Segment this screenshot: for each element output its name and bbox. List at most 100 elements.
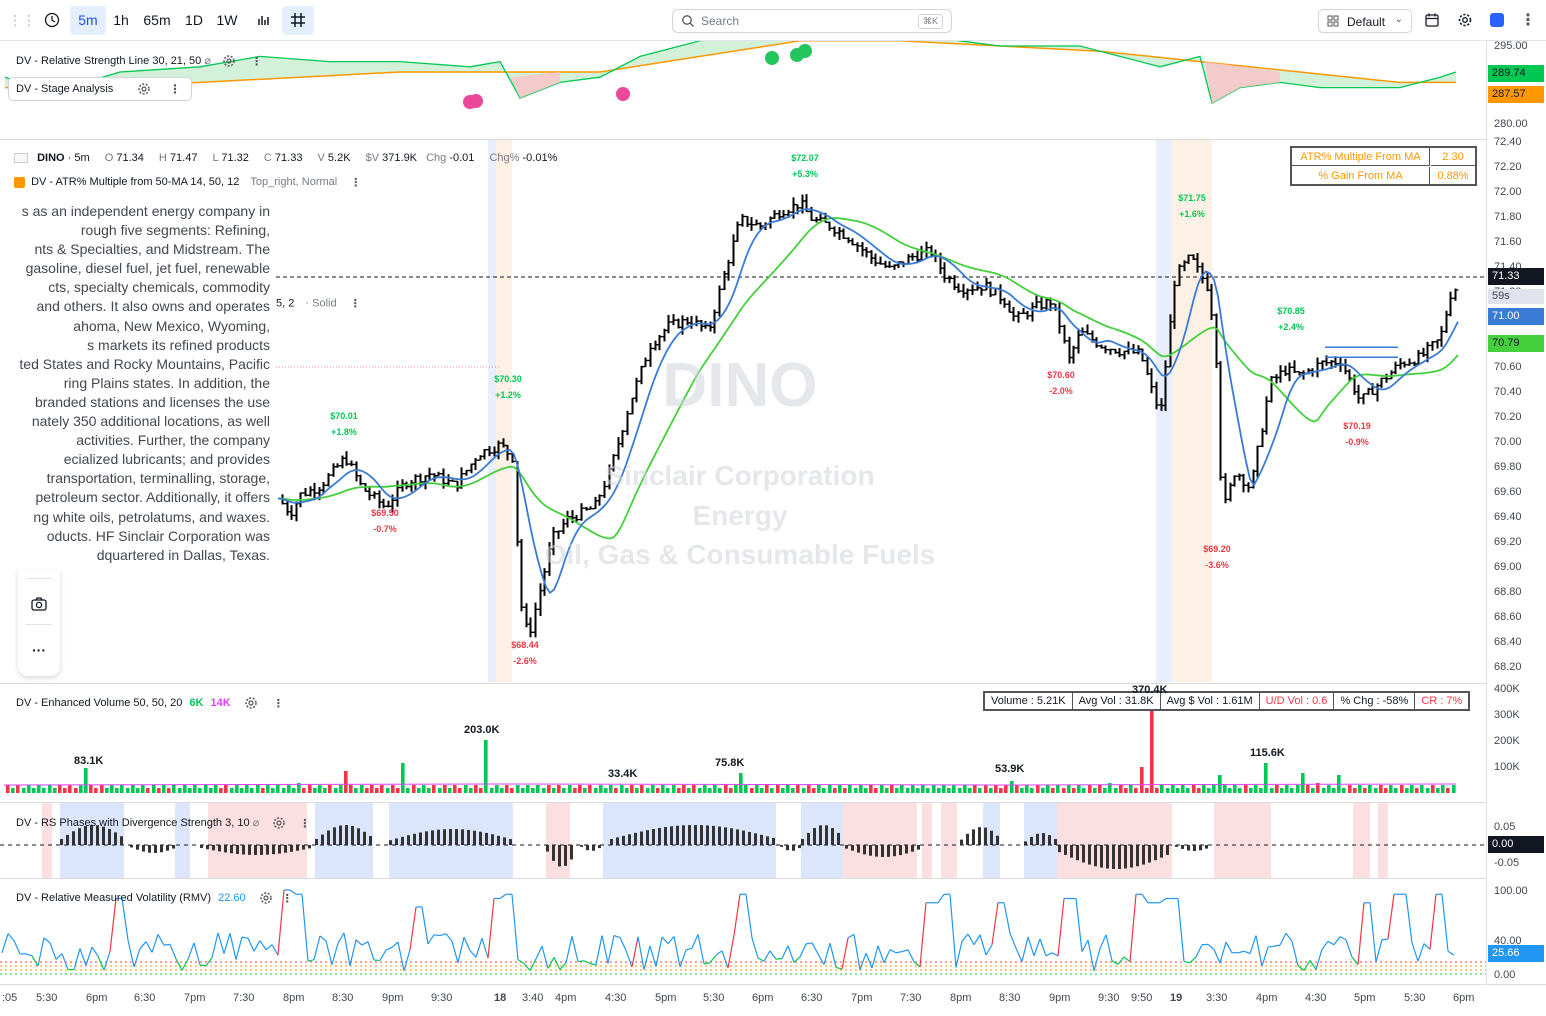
swing-price-label: $70.19 <box>1343 421 1371 431</box>
clock-icon[interactable] <box>44 12 60 28</box>
price-axis-label: 69.80 <box>1494 461 1522 473</box>
rs-phases-legend[interactable]: DV - RS Phases with Divergence Strength … <box>16 816 310 830</box>
time-axis-label: 9:30 <box>1098 992 1120 1004</box>
crosshair-tool-button[interactable] <box>282 6 314 35</box>
phase-bar <box>1124 845 1127 869</box>
calendar-icon[interactable] <box>1424 12 1440 28</box>
rmv-segment <box>787 945 795 963</box>
interval-1d-button[interactable]: 1D <box>180 6 208 35</box>
drag-handle-icon[interactable]: ⋮⋮ <box>8 11 36 29</box>
price-axis-label: 68.20 <box>1494 661 1522 673</box>
theme-color-icon[interactable] <box>1490 13 1504 27</box>
volume-bar <box>1285 785 1289 793</box>
rmv-legend[interactable]: DV - Relative Measured Volatility (RMV) … <box>16 891 293 905</box>
volume-bar <box>1394 788 1398 793</box>
close-value: 71.33 <box>274 152 303 164</box>
volume-bar <box>490 788 494 793</box>
atr-indicator-options: Top_right, Normal <box>250 176 338 189</box>
description-line: nately 350 additional locations, as well <box>31 413 270 430</box>
volume-bar <box>141 785 145 793</box>
rs-below-fill <box>1205 61 1280 104</box>
volume-bar <box>661 785 665 793</box>
phase-bar <box>479 831 482 845</box>
phase-bar <box>449 829 452 845</box>
bar-chart-type-icon[interactable] <box>256 12 272 28</box>
volume-bar <box>890 785 894 793</box>
rs-line-legend[interactable]: DV - Relative Strength Line 30, 21, 50 ⌀… <box>16 54 262 68</box>
volume-bar <box>765 785 769 793</box>
volume-bar <box>635 788 639 793</box>
rmv-segment <box>685 947 693 951</box>
rmv-segment <box>247 937 255 952</box>
volume-bar <box>729 788 733 793</box>
volume-bar <box>859 785 863 793</box>
change-percent-value: -0.01% <box>522 152 558 164</box>
volume-bar <box>100 785 104 793</box>
time-axis-label: 3:30 <box>1206 992 1228 1004</box>
atr-indicator-legend[interactable]: DV - ATR% Multiple from 50-MA 14, 50, 12… <box>14 176 361 189</box>
more-options-icon[interactable]: ⋮ <box>350 297 361 310</box>
search-box[interactable]: Search ⌘K <box>672 9 952 33</box>
volume-bar <box>1379 785 1383 793</box>
phase-bar <box>845 845 848 849</box>
gear-icon[interactable] <box>244 696 258 710</box>
rmv-segment <box>1237 950 1245 954</box>
volume-bar <box>391 785 395 793</box>
hidden-eye-icon[interactable]: ⌀ <box>253 817 260 829</box>
time-axis-label: 4:30 <box>605 992 627 1004</box>
volume-legend[interactable]: DV - Enhanced Volume 50, 50, 20 6K 14K ⋮ <box>16 696 284 710</box>
phase-bar <box>640 831 643 845</box>
rmv-segment <box>1093 948 1101 971</box>
layout-dropdown[interactable]: Default ⌄ <box>1318 9 1412 33</box>
gear-icon[interactable] <box>222 54 236 68</box>
more-options-icon[interactable]: ⋮ <box>273 697 284 710</box>
pane-divider[interactable] <box>0 139 1486 140</box>
more-menu-icon[interactable]: ⋮ <box>1520 10 1536 30</box>
interval-5m-button[interactable]: 5m <box>70 6 106 35</box>
phase-bar <box>333 827 336 845</box>
gear-icon[interactable] <box>259 891 273 905</box>
more-options-icon[interactable]: ⋮ <box>282 892 293 905</box>
more-options-icon[interactable]: ⋮ <box>350 176 361 189</box>
pane-divider[interactable] <box>0 878 1486 879</box>
volume-bar <box>256 785 260 793</box>
symbol-legend[interactable]: DINO · 5m O 71.34 H 71.47 L 71.32 C 71.3… <box>14 152 557 164</box>
phase-bar <box>130 845 133 848</box>
phase-bar <box>786 845 789 851</box>
volume-annotation: 83.1K <box>74 755 104 767</box>
rmv-segment <box>379 949 387 961</box>
swing-price-label: $72.07 <box>791 153 819 163</box>
volume-bar <box>1046 785 1050 793</box>
volume-bar <box>443 785 447 793</box>
phase-bar <box>236 845 239 854</box>
volume-bar <box>718 788 722 793</box>
more-options-icon[interactable]: ⋮ <box>169 82 181 96</box>
more-horizontal-icon[interactable]: ··· <box>18 642 60 658</box>
settings-gear-icon[interactable] <box>1457 12 1473 28</box>
phase-bar <box>1181 845 1184 849</box>
gear-icon[interactable] <box>137 82 151 96</box>
pane-divider[interactable] <box>0 683 1486 684</box>
rmv-segment <box>499 893 507 899</box>
camera-icon[interactable] <box>31 597 47 611</box>
interval-1w-button[interactable]: 1W <box>212 6 242 35</box>
rmv-segment <box>1345 939 1353 958</box>
phase-bar <box>670 826 673 845</box>
stage-analysis-legend[interactable]: DV - Stage Analysis ⋮ <box>8 77 192 101</box>
rmv-segment <box>157 934 165 946</box>
interval-1h-button[interactable]: 1h <box>108 6 134 35</box>
symbol-ticker[interactable]: DINO <box>37 152 65 164</box>
chevron-down-icon: ⌄ <box>1394 14 1403 25</box>
hidden-indicator-legend[interactable]: 5, 2 · Solid ⋮ <box>276 297 361 310</box>
gear-icon[interactable] <box>272 816 286 830</box>
rmv-segment <box>421 906 429 945</box>
volume-bar <box>219 788 223 793</box>
more-options-icon[interactable]: ⋮ <box>299 817 310 830</box>
hidden-eye-icon[interactable]: ⌀ <box>204 55 211 67</box>
volume-info-bar: Volume : 5.21K Avg Vol : 31.8K Avg $ Vol… <box>983 691 1471 711</box>
volume-bar <box>209 788 213 793</box>
volume-bar <box>464 785 468 793</box>
interval-65m-button[interactable]: 65m <box>138 6 176 35</box>
more-options-icon[interactable]: ⋮ <box>251 55 262 68</box>
pane-divider[interactable] <box>0 802 1486 803</box>
